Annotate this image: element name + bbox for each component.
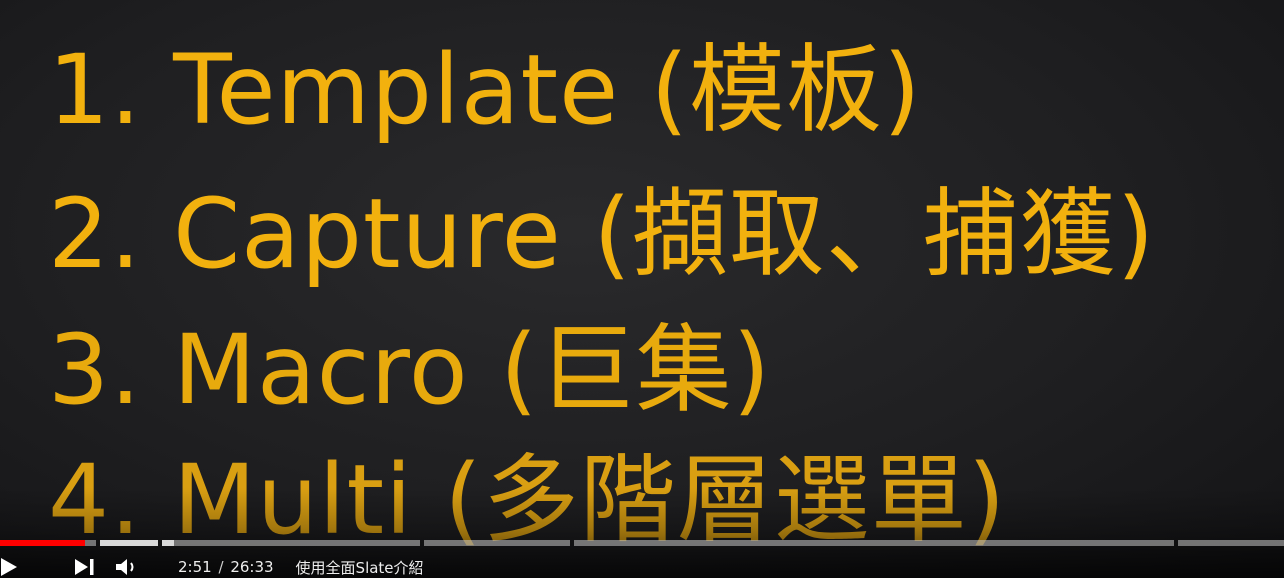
current-time: 2:51 xyxy=(178,558,212,576)
slide-line-2: 2. Capture (擷取、捕獲) xyxy=(48,178,1156,290)
slide-line-3: 3. Macro (巨集) xyxy=(48,314,772,426)
progress-bar[interactable] xyxy=(0,540,1284,546)
chapter-title[interactable]: 使用全面Slate介紹 xyxy=(296,557,424,578)
duration: 26:33 xyxy=(230,558,274,576)
next-icon[interactable] xyxy=(68,556,102,578)
video-player[interactable]: 1. Template (模板) 2. Capture (擷取、捕獲) 3. M… xyxy=(0,0,1284,578)
buffered-segment xyxy=(162,540,174,546)
time-separator: / xyxy=(218,558,224,576)
chapter-segment[interactable] xyxy=(162,540,420,546)
volume-icon[interactable] xyxy=(112,556,142,578)
video-frame[interactable]: 1. Template (模板) 2. Capture (擷取、捕獲) 3. M… xyxy=(0,0,1284,578)
time-display: 2:51 / 26:33 xyxy=(178,558,274,576)
buffered-segment xyxy=(100,540,158,546)
progress-played xyxy=(0,540,85,546)
slide-line-1: 1. Template (模板) xyxy=(48,34,922,146)
chapter-segment[interactable] xyxy=(424,540,570,546)
chapter-segment[interactable] xyxy=(574,540,1174,546)
slide-line-4: 4. Multi (多階層選單) xyxy=(48,444,1007,556)
chapter-segment[interactable] xyxy=(1178,540,1284,546)
control-bar: 2:51 / 26:33 使用全面Slate介紹 xyxy=(0,556,1284,578)
play-icon[interactable] xyxy=(0,556,24,578)
